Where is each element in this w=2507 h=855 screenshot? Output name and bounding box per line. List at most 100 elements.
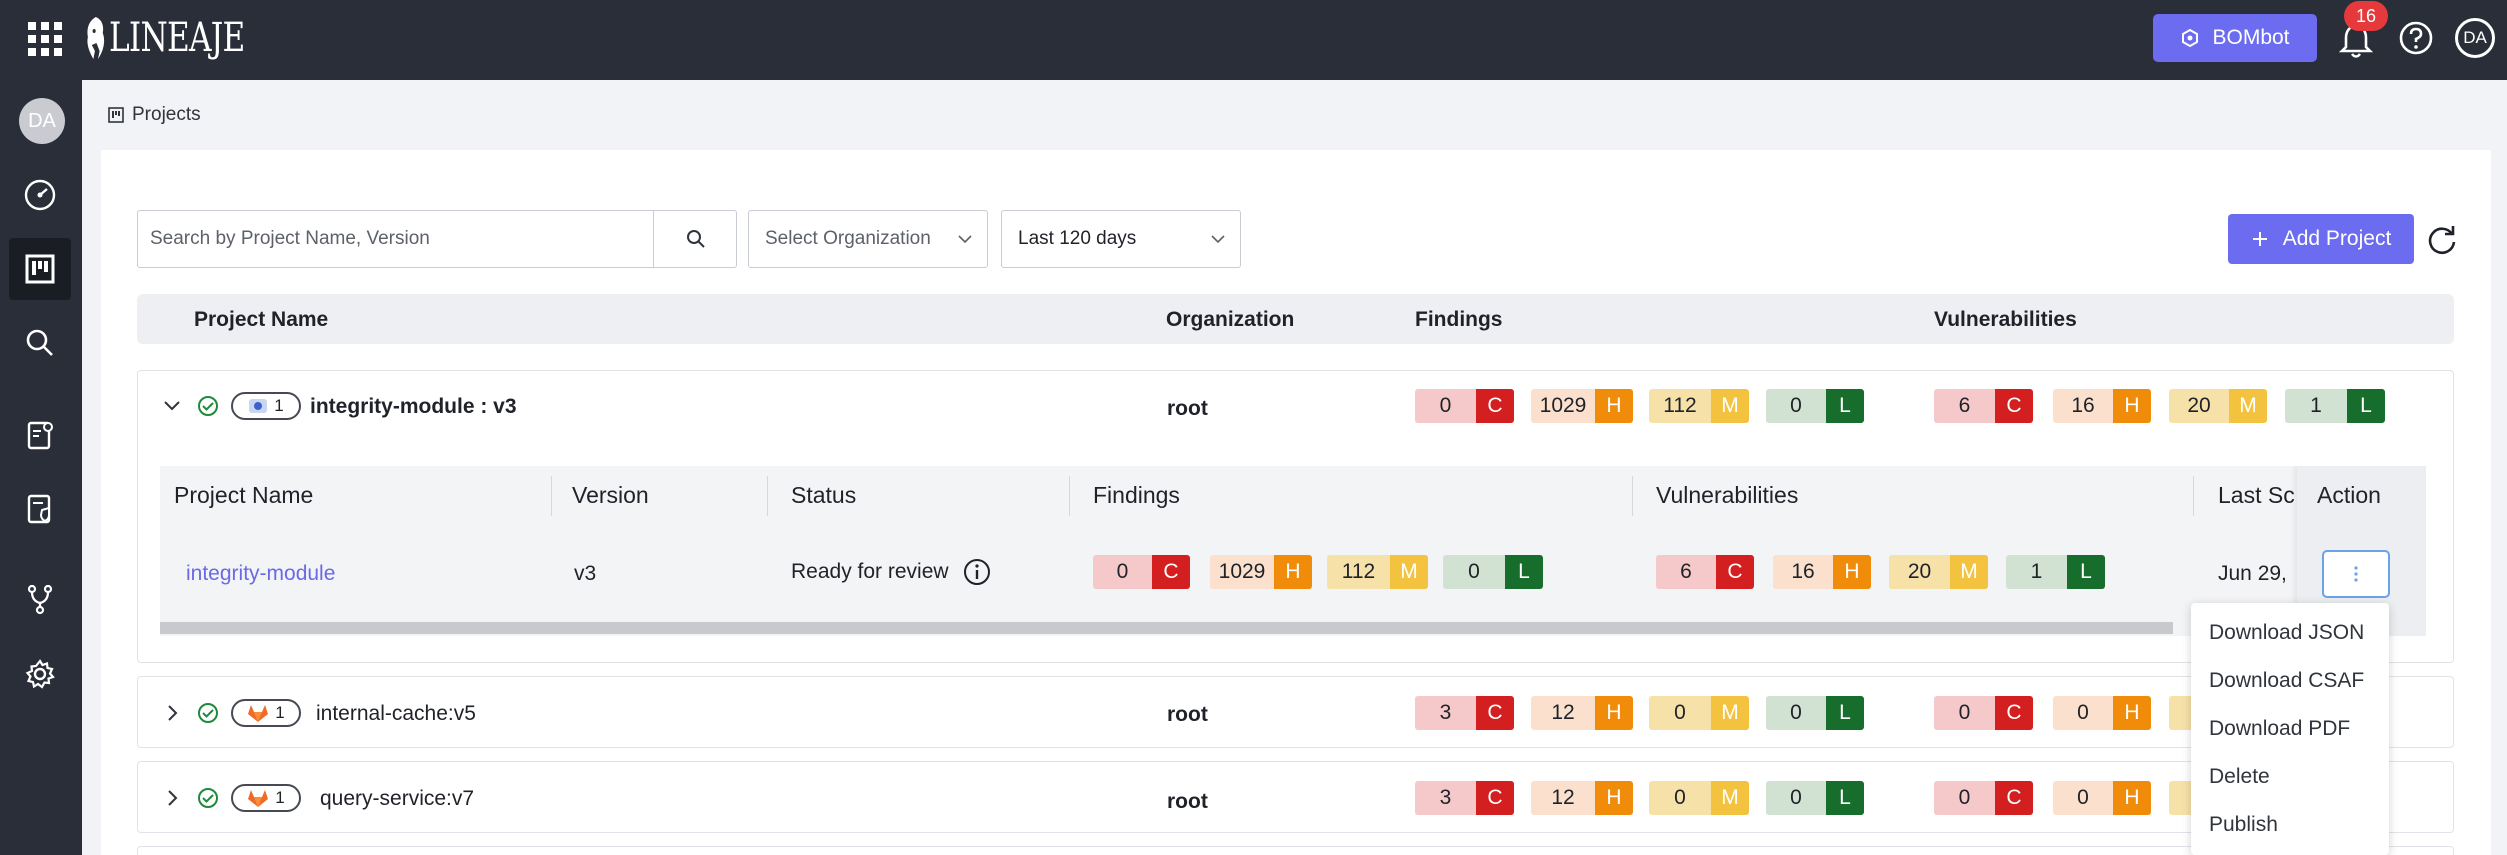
refresh-icon[interactable]: [2424, 222, 2460, 258]
vulns-high-count: 0: [2053, 696, 2113, 730]
breadcrumb-label[interactable]: Projects: [132, 104, 201, 126]
project-name[interactable]: query-service:v7: [320, 787, 474, 811]
subrow-vulns-medium-count: 20: [1889, 555, 1950, 589]
findings-high-count: 1029: [1531, 389, 1595, 423]
menu-item-publish[interactable]: Publish: [2209, 813, 2278, 837]
organization-select[interactable]: Select Organization: [748, 210, 988, 268]
chevron-right-icon[interactable]: [162, 788, 182, 808]
add-project-button[interactable]: Add Project: [2228, 214, 2414, 264]
bombot-button[interactable]: BOMbot: [2153, 14, 2317, 62]
critical-letter: C: [1476, 696, 1514, 730]
projects-board-icon: [25, 254, 55, 284]
chevron-down-icon: [958, 235, 972, 244]
critical-letter: C: [1152, 555, 1190, 589]
chevron-down-icon[interactable]: [162, 396, 182, 416]
help-icon[interactable]: [2398, 20, 2434, 56]
menu-item-delete[interactable]: Delete: [2209, 765, 2270, 789]
low-letter: L: [2067, 555, 2105, 589]
check-circle-icon: [198, 396, 218, 416]
subrow-findings-medium-chip: 112 M: [1327, 555, 1428, 589]
speedometer-icon: [24, 179, 56, 211]
sidebar-item-projects[interactable]: [9, 238, 71, 300]
menu-item-download-csaf[interactable]: Download CSAF: [2209, 669, 2364, 693]
sidebar-item-dashboard[interactable]: [9, 164, 71, 226]
high-letter: H: [1274, 555, 1312, 589]
subcolumn-project[interactable]: Project Name: [174, 482, 313, 509]
subcolumn-status[interactable]: Status: [791, 482, 856, 509]
findings-critical-chip: 0C: [1415, 389, 1514, 423]
notification-count-badge: 16: [2344, 1, 2388, 31]
findings-critical-chip: 3C: [1415, 696, 1514, 730]
findings-high-count: 12: [1531, 696, 1595, 730]
findings-low-chip: 0L: [1766, 389, 1864, 423]
low-letter: L: [2347, 389, 2385, 423]
vulns-critical-chip: 6C: [1934, 389, 2033, 423]
project-name[interactable]: internal-cache:v5: [316, 702, 476, 726]
sidebar: DA: [0, 80, 82, 855]
projects-board-icon: [108, 107, 124, 123]
subrow-vulns-low-count: 1: [2006, 555, 2067, 589]
vulns-critical-count: 0: [1934, 696, 1995, 730]
vulns-low-count: 1: [2285, 389, 2347, 423]
findings-critical-chip: 3C: [1415, 781, 1514, 815]
subcolumn-action: Action: [2317, 482, 2381, 508]
app-grid-icon[interactable]: [28, 22, 62, 56]
critical-letter: C: [1476, 389, 1514, 423]
horizontal-scrollbar[interactable]: [160, 622, 2173, 634]
bot-icon: [2182, 28, 2199, 48]
chevron-right-icon[interactable]: [162, 703, 182, 723]
organization-name: root: [1167, 703, 1208, 726]
subcolumn-last-scan[interactable]: Last Sc: [2218, 482, 2295, 509]
subcolumn-findings[interactable]: Findings: [1093, 482, 1180, 509]
subrow-project-link[interactable]: integrity-module: [186, 562, 335, 586]
sidebar-item-search[interactable]: [9, 312, 71, 374]
sidebar-item-policies[interactable]: [9, 478, 71, 540]
info-icon[interactable]: [962, 557, 992, 587]
breadcrumb: Projects: [108, 104, 201, 126]
medium-letter: M: [2229, 389, 2267, 423]
column-header-project[interactable]: Project Name: [194, 308, 328, 332]
table-row: 1 internal-cache:v5 root 3C 12 H 0M 0L 0C…: [137, 676, 2454, 748]
medium-letter: M: [1711, 781, 1749, 815]
lineaje-logo[interactable]: LINEAJE: [84, 12, 245, 64]
sidebar-avatar[interactable]: DA: [19, 98, 65, 144]
table-row: 1 query-service:v7 root 3C 12 H 0M 0L 0C …: [137, 761, 2454, 833]
subrow-status: Ready for review: [791, 560, 949, 583]
search-input[interactable]: [138, 211, 653, 267]
project-name[interactable]: integrity-module : v3: [310, 395, 517, 419]
scm-icon: [249, 399, 268, 413]
menu-item-download-json[interactable]: Download JSON: [2209, 621, 2364, 645]
date-range-select[interactable]: Last 120 days: [1001, 210, 1241, 268]
user-avatar[interactable]: DA: [2455, 18, 2495, 58]
row-actions-button[interactable]: [2322, 550, 2390, 598]
low-letter: L: [1505, 555, 1543, 589]
subcolumn-version[interactable]: Version: [572, 482, 649, 509]
subrow-findings-high-chip: 1029 H: [1210, 555, 1312, 589]
subtable-header: Project Name Version Status Findings Vul…: [160, 466, 2426, 526]
subrow-version: v3: [574, 562, 597, 585]
vulns-high-count: 0: [2053, 781, 2113, 815]
repo-count-pill: 1: [231, 784, 301, 812]
subcolumn-vulnerabilities[interactable]: Vulnerabilities: [1656, 482, 1798, 509]
column-header-vulnerabilities[interactable]: Vulnerabilities: [1934, 308, 2077, 332]
column-header-findings[interactable]: Findings: [1415, 308, 1503, 332]
vulns-high-count: 16: [2053, 389, 2113, 423]
lion-logo-icon: [87, 17, 105, 59]
sidebar-item-settings[interactable]: [9, 643, 71, 705]
sidebar-item-reports[interactable]: [9, 404, 71, 466]
low-letter: L: [1826, 389, 1864, 423]
subrow-findings-low-chip: 0L: [1443, 555, 1543, 589]
vulns-critical-count: 6: [1934, 389, 1995, 423]
medium-letter: M: [1390, 555, 1428, 589]
subrow-vulns-high-chip: 16 H: [1773, 555, 1871, 589]
subrow-vulns-critical-chip: 6C: [1656, 555, 1754, 589]
findings-high-chip: 12 H: [1531, 696, 1633, 730]
sidebar-item-branches[interactable]: [9, 568, 71, 630]
high-letter: H: [2113, 696, 2151, 730]
menu-item-download-pdf[interactable]: Download PDF: [2209, 717, 2350, 741]
column-header-organization[interactable]: Organization: [1166, 308, 1294, 332]
add-project-label: Add Project: [2282, 227, 2392, 250]
critical-letter: C: [1995, 389, 2033, 423]
search-button[interactable]: [653, 211, 737, 267]
repo-count: 1: [275, 703, 285, 722]
